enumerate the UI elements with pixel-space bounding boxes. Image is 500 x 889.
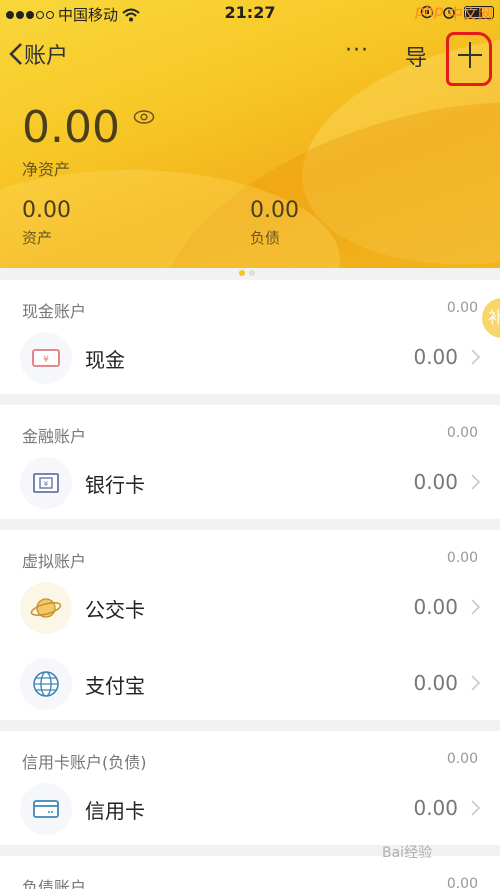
account-row-credit-card[interactable]: 信用卡 0.00 [0,775,500,851]
assets-label: 资产 [22,229,53,247]
watermark-bottom: Bai经验 [382,845,433,861]
page-indicator [239,270,255,276]
assets-value: 0.00 [22,198,71,223]
account-balance: 0.00 [413,470,458,494]
eye-icon[interactable] [133,108,155,126]
section-total: 0.00 [446,751,478,767]
import-button[interactable]: 导 [405,40,427,72]
account-row-cash[interactable]: ¥ 现金 0.00 [0,324,500,400]
planet-icon [20,582,72,634]
cash-icon: ¥ [20,332,72,384]
page-dot [249,270,255,276]
chevron-right-icon [471,474,481,490]
account-balance: 0.00 [413,595,458,619]
section-total: 0.00 [446,876,478,889]
section-credit-card: 信用卡账户(负债) 0.00 信用卡 0.00 [0,731,500,845]
chevron-right-icon [471,349,481,365]
account-balance: 0.00 [413,671,458,695]
bank-card-icon: ¥ [20,457,72,509]
section-cash: 现金账户 0.00 ¥ 现金 0.00 [0,280,500,394]
account-name: 信用卡 [85,799,145,823]
section-title: 金融账户 [22,427,87,446]
watermark-php: php [415,2,444,20]
account-name: 公交卡 [85,598,145,622]
chevron-right-icon [471,800,481,816]
chevron-right-icon [471,599,481,615]
highlight-annotation [446,32,492,86]
section-title: 虚拟账户 [22,552,87,571]
nav-title: 账户 [24,44,69,69]
credit-card-icon [20,783,72,835]
watermark-cn: 中文网 [448,5,494,23]
net-assets-value: 0.00 [22,102,120,153]
section-financial: 金融账户 0.00 ¥ 银行卡 0.00 [0,405,500,519]
account-row-transit-card[interactable]: 公交卡 0.00 [0,574,500,650]
account-balance: 0.00 [413,345,458,369]
section-title: 现金账户 [22,302,87,321]
chevron-right-icon [471,675,481,691]
account-name: 支付宝 [85,674,145,698]
net-assets-label: 净资产 [22,160,71,179]
section-virtual: 虚拟账户 0.00 公交卡 0.00 支付宝 0.00 [0,530,500,720]
section-total: 0.00 [446,550,478,566]
liabilities-value: 0.00 [250,198,299,223]
nav-bar: 账户 ··· 导 [0,30,500,86]
svg-text:¥: ¥ [43,355,49,365]
account-name: 现金 [85,348,125,372]
chevron-left-icon [9,43,22,65]
section-title: 负债账户 [22,878,87,889]
section-title: 信用卡账户(负债) [22,753,147,772]
section-total: 0.00 [446,425,478,441]
svg-text:¥: ¥ [44,480,49,488]
section-total: 0.00 [446,300,478,316]
more-button[interactable]: ··· [345,38,369,63]
page-dot-active [239,270,245,276]
account-row-alipay[interactable]: 支付宝 0.00 [0,650,500,726]
account-name: 银行卡 [85,473,145,497]
back-button[interactable]: 账户 [8,38,68,70]
account-header: 中国移动 21:27 账户 ··· 导 0.00 净资产 0.00 资产 0.0… [0,0,500,268]
account-balance: 0.00 [413,796,458,820]
globe-icon [20,658,72,710]
liabilities-label: 负债 [250,229,281,247]
account-row-bank-card[interactable]: ¥ 银行卡 0.00 [0,449,500,525]
